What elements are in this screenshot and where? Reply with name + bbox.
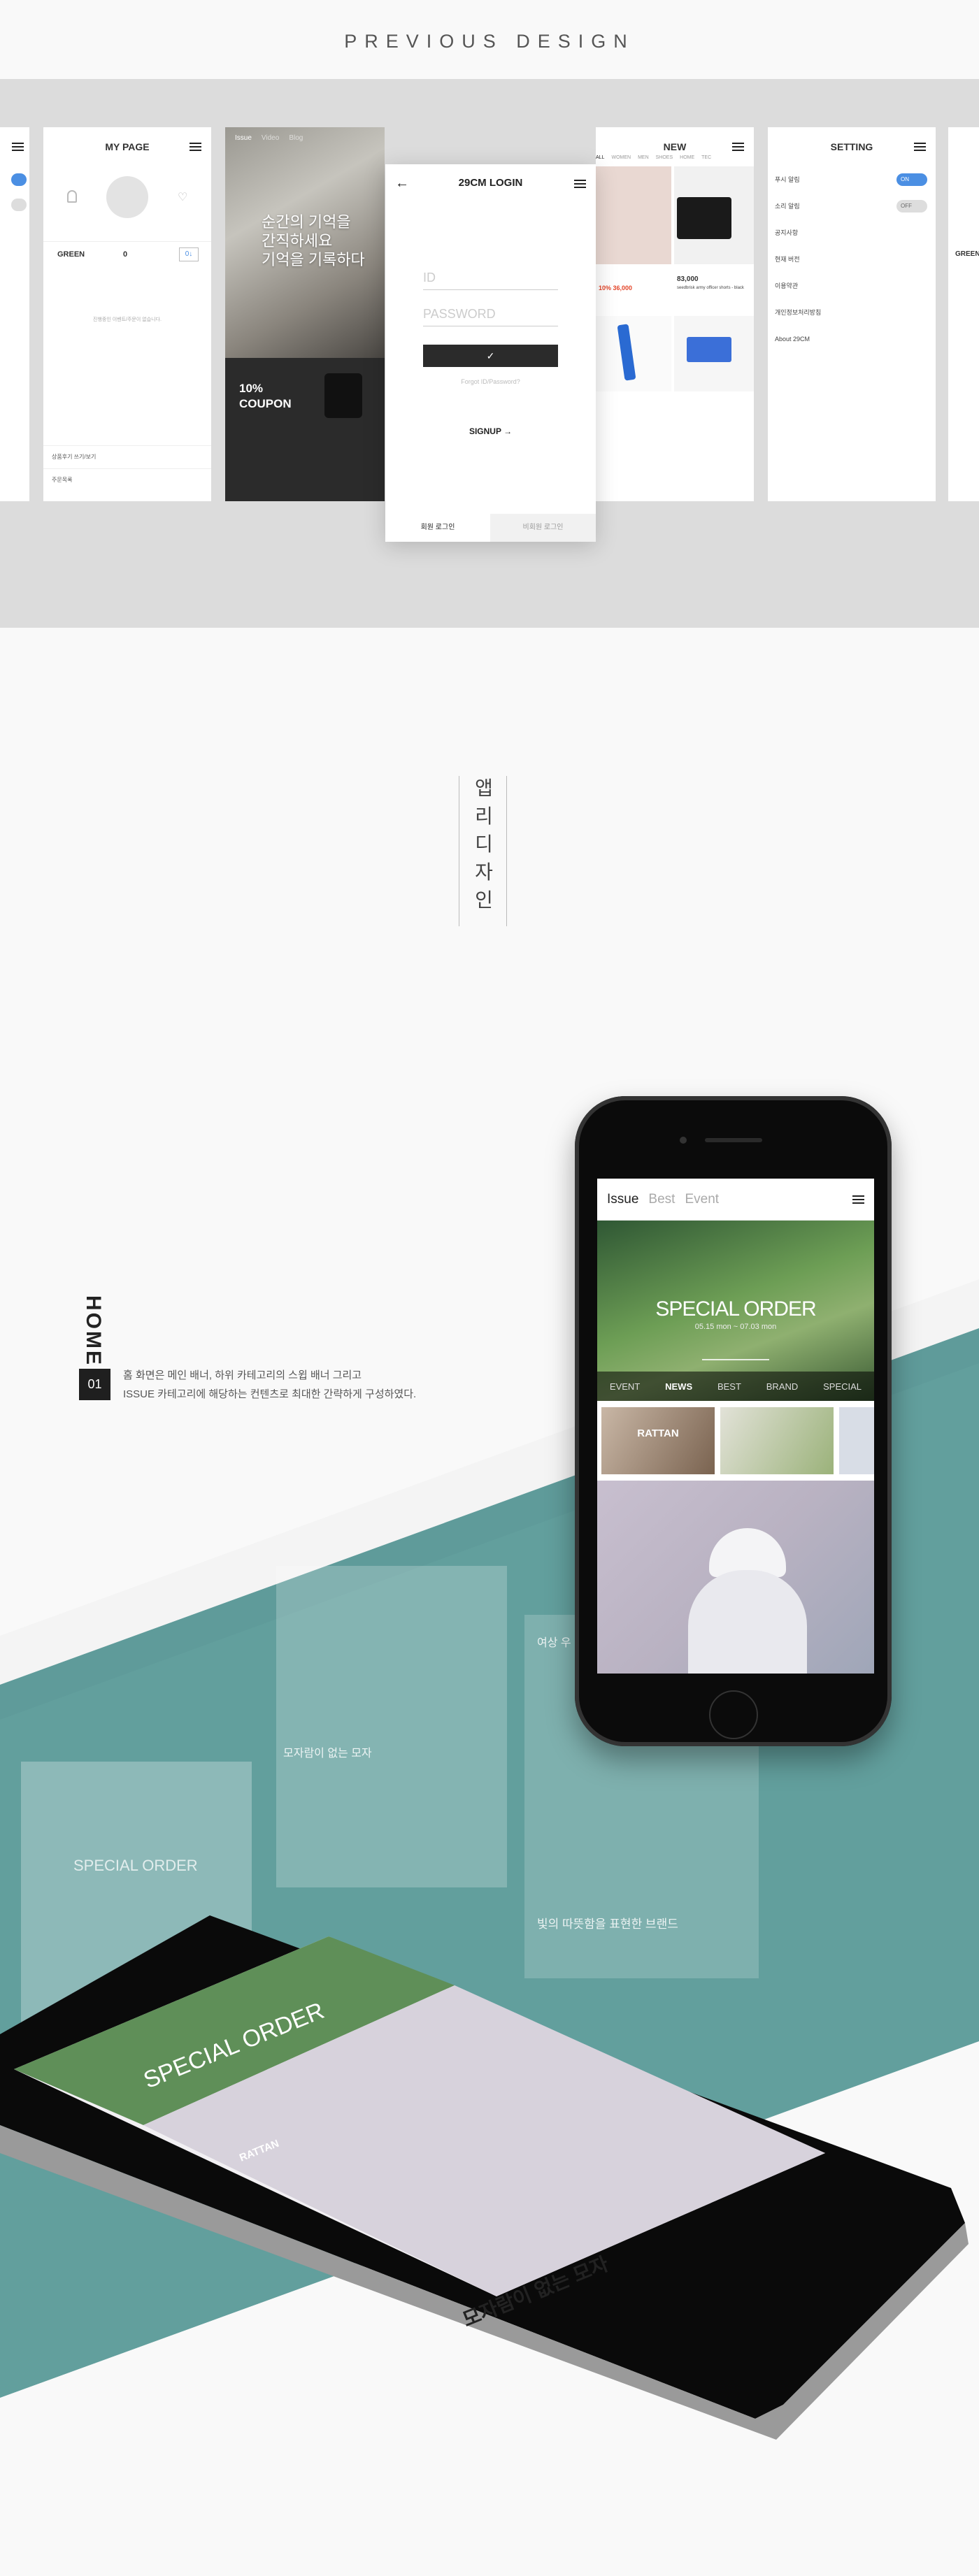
section-number-badge: 01	[79, 1369, 110, 1400]
page: PREVIOUS DESIGN MY PAGE ♡ GREEN 0 0↓ 진행중…	[0, 0, 979, 2576]
banner-date: 05.15 mon ~ 07.03 mon	[694, 1323, 777, 1331]
phone-mockup: Issue Best Event SPECIAL ORDER 05.15 mon…	[575, 1096, 892, 1746]
menu-icon[interactable]	[852, 1195, 864, 1204]
home-section-label: HOME	[82, 1295, 105, 1367]
front-camera	[680, 1137, 687, 1144]
category-event[interactable]: EVENT	[610, 1381, 640, 1392]
banner-title: SPECIAL ORDER	[655, 1297, 816, 1321]
sweep-banner-partial[interactable]	[839, 1407, 874, 1474]
category-brand[interactable]: BRAND	[766, 1381, 799, 1392]
home-button[interactable]	[709, 1690, 758, 1739]
tab-best[interactable]: Best	[648, 1192, 675, 1207]
person-shape	[688, 1570, 807, 1674]
phone-screen: Issue Best Event SPECIAL ORDER 05.15 mon…	[597, 1179, 874, 1674]
bg-card3-title: 여상 우	[537, 1637, 571, 1649]
banner-indicator	[702, 1359, 769, 1360]
sweep-banner-label: RATTAN	[637, 1427, 679, 1439]
category-special[interactable]: SPECIAL	[823, 1381, 862, 1392]
tab-event[interactable]: Event	[685, 1192, 719, 1207]
desc-line: 홈 화면은 메인 배너, 하위 카테고리의 스윕 배너 그리고	[123, 1369, 362, 1381]
desc-line: ISSUE 카테고리에 해당하는 컨텐츠로 최대한 간략하게 구성하였다.	[123, 1388, 417, 1400]
sweep-banner-rattan[interactable]	[601, 1407, 715, 1474]
bg-screen-card1	[276, 1566, 507, 1887]
category-bar: EVENT NEWS BEST BRAND SPECIAL	[597, 1372, 874, 1401]
bg-card1-title: 모자람이 없는 모자	[283, 1748, 372, 1760]
speaker-grille	[705, 1138, 762, 1142]
home-description: 홈 화면은 메인 배너, 하위 카테고리의 스윕 배너 그리고 ISSUE 카테…	[123, 1366, 416, 1404]
category-best[interactable]: BEST	[717, 1381, 741, 1392]
sweep-banner-drinks[interactable]	[720, 1407, 834, 1474]
phone-tabs: Issue Best Event	[597, 1179, 874, 1221]
category-news[interactable]: NEWS	[665, 1381, 692, 1392]
tab-issue[interactable]: Issue	[607, 1192, 638, 1207]
tilted-phone-mockup	[0, 1915, 969, 2440]
